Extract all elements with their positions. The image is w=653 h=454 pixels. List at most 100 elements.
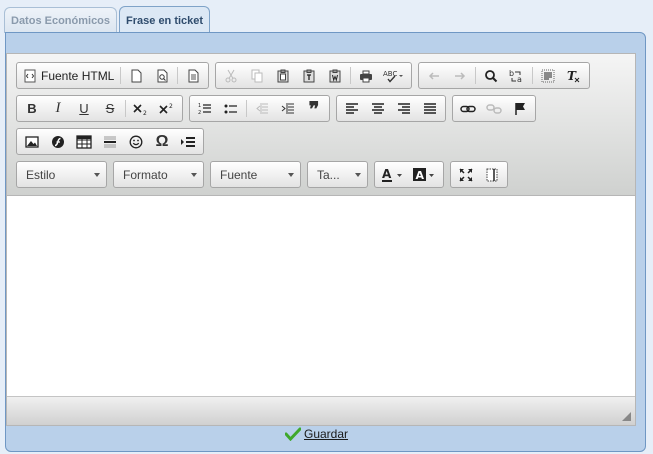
- paste-text-icon: [303, 69, 315, 82]
- tab-datos-economicos[interactable]: Datos Económicos: [4, 7, 118, 33]
- font-size-dropdown-label: Ta...: [317, 167, 340, 182]
- toolbar-row-2: B I U S 2 2 12 ❞: [16, 95, 536, 122]
- page-break-button[interactable]: [175, 130, 201, 153]
- numbered-list-button[interactable]: 12: [192, 97, 218, 120]
- paste-button[interactable]: [270, 64, 296, 87]
- remove-format-button[interactable]: T: [561, 64, 587, 87]
- show-blocks-icon: [486, 168, 498, 181]
- tab-bar: Datos Económicos Frase en ticket: [4, 6, 211, 34]
- indent-icon: [281, 102, 294, 114]
- scissors-icon: [225, 69, 237, 82]
- toolbar-group-colors: A A: [374, 161, 444, 188]
- svg-text:A: A: [416, 169, 425, 182]
- text-color-button[interactable]: A: [377, 163, 409, 186]
- cut-button[interactable]: [218, 64, 244, 87]
- paste-from-word-button[interactable]: [322, 64, 348, 87]
- superscript-button[interactable]: 2: [154, 97, 180, 120]
- styles-dropdown-label: Estilo: [26, 167, 56, 182]
- subscript-icon: 2: [133, 103, 147, 116]
- text-color-icon: A: [382, 167, 402, 182]
- editor-content-area[interactable]: [7, 196, 635, 395]
- replace-button[interactable]: ba: [504, 64, 530, 87]
- align-center-icon: [372, 102, 384, 114]
- toolbar-group-links: [452, 95, 536, 122]
- italic-button[interactable]: I: [45, 97, 71, 120]
- align-left-icon: [346, 102, 358, 114]
- svg-text:2: 2: [143, 110, 147, 116]
- table-button[interactable]: [71, 130, 97, 153]
- maximize-button[interactable]: [453, 163, 479, 186]
- svg-text:2: 2: [169, 103, 173, 110]
- select-all-button[interactable]: [535, 64, 561, 87]
- redo-button[interactable]: [447, 64, 473, 87]
- link-button[interactable]: [455, 97, 481, 120]
- align-right-icon: [398, 102, 410, 114]
- justify-icon: [424, 102, 436, 114]
- background-color-button[interactable]: A: [409, 163, 441, 186]
- indent-button[interactable]: [275, 97, 301, 120]
- search-icon: [485, 69, 498, 82]
- smiley-icon: [129, 135, 143, 148]
- horizontal-rule-icon: [104, 136, 116, 147]
- source-button-label: Fuente HTML: [41, 68, 115, 83]
- underline-button[interactable]: U: [71, 97, 97, 120]
- horizontal-rule-button[interactable]: [97, 130, 123, 153]
- chevron-down-icon: [191, 172, 197, 177]
- strikethrough-button[interactable]: S: [97, 97, 123, 120]
- styles-dropdown[interactable]: Estilo: [16, 161, 107, 188]
- justify-button[interactable]: [417, 97, 443, 120]
- find-button[interactable]: [478, 64, 504, 87]
- remove-format-icon: T: [567, 69, 580, 83]
- special-char-button[interactable]: Ω: [149, 130, 175, 153]
- unlink-button[interactable]: [481, 97, 507, 120]
- show-blocks-button[interactable]: [479, 163, 505, 186]
- align-center-button[interactable]: [365, 97, 391, 120]
- toolbar-group-paragraph: 12 ❞: [189, 95, 330, 122]
- blockquote-button[interactable]: ❞: [301, 97, 327, 121]
- preview-button[interactable]: [149, 64, 175, 87]
- svg-text:1: 1: [198, 103, 201, 109]
- print-button[interactable]: [353, 64, 379, 87]
- save-link[interactable]: Guardar: [304, 427, 348, 441]
- separator: [532, 67, 534, 84]
- save-action[interactable]: Guardar: [285, 427, 348, 441]
- toolbar-group-tools: [450, 161, 508, 188]
- resize-handle-icon[interactable]: [622, 412, 631, 421]
- new-page-icon: [131, 69, 142, 82]
- font-size-dropdown[interactable]: Ta...: [307, 161, 368, 188]
- image-button[interactable]: [19, 130, 45, 153]
- align-left-button[interactable]: [339, 97, 365, 120]
- svg-text:a: a: [517, 75, 522, 83]
- bold-button[interactable]: B: [19, 97, 45, 120]
- source-button[interactable]: Fuente HTML: [19, 64, 118, 87]
- toolbar-group-basicstyles: B I U S 2 2: [16, 95, 183, 122]
- subscript-button[interactable]: 2: [128, 97, 154, 120]
- svg-text:ABC: ABC: [383, 70, 397, 78]
- new-page-button[interactable]: [123, 64, 149, 87]
- undo-button[interactable]: [421, 64, 447, 87]
- format-dropdown[interactable]: Formato: [113, 161, 204, 188]
- separator: [120, 67, 122, 84]
- replace-icon: ba: [509, 69, 522, 83]
- toolbar-group-insert: Ω: [16, 128, 204, 155]
- table-icon: [76, 134, 92, 149]
- anchor-button[interactable]: [507, 97, 533, 120]
- font-dropdown[interactable]: Fuente: [210, 161, 301, 188]
- toolbar-group-editing: ba T: [418, 62, 591, 89]
- spellcheck-button[interactable]: ABC: [379, 64, 409, 87]
- editor-toolbar: Fuente HTML ABC b a T B I U S 2 2 1 2 ❞ …: [7, 54, 635, 196]
- flash-button[interactable]: [45, 130, 71, 153]
- bulleted-list-button[interactable]: [218, 97, 244, 120]
- smiley-button[interactable]: [123, 130, 149, 153]
- copy-button[interactable]: [244, 64, 270, 87]
- align-right-button[interactable]: [391, 97, 417, 120]
- tab-frase-en-ticket[interactable]: Frase en ticket: [119, 6, 211, 34]
- separator: [246, 100, 247, 117]
- outdent-button[interactable]: [249, 97, 275, 120]
- font-dropdown-label: Fuente: [220, 167, 258, 182]
- paste-text-button[interactable]: [296, 64, 322, 87]
- chevron-down-icon: [288, 172, 294, 177]
- spellcheck-icon: ABC: [383, 70, 404, 83]
- flag-icon: [515, 102, 525, 115]
- templates-button[interactable]: [180, 64, 206, 87]
